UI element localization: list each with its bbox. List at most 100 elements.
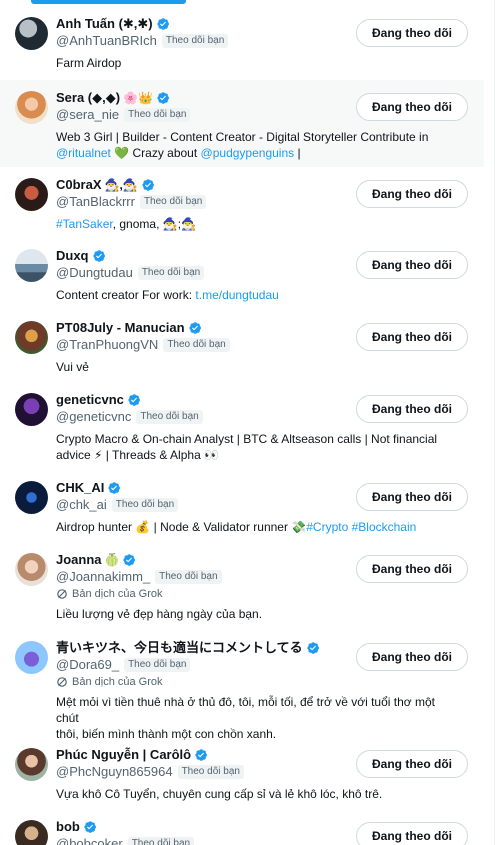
user-handle[interactable]: @AnhTuanBRIch [56,32,157,49]
user-name[interactable]: Sera (◆,◆) [56,90,120,106]
user-handle[interactable]: @sera_nie [56,106,119,123]
user-cell[interactable]: PT08July - Manucian @TranPhuongVN Theo d… [0,310,484,382]
following-button[interactable]: Đang theo dõi [356,395,468,423]
bio-mention-link[interactable]: @pudgypenguins [201,146,295,160]
user-handle[interactable]: @TranPhuongVN [56,336,158,353]
user-handle[interactable]: @chk_ai [56,496,107,513]
following-button[interactable]: Đang theo dõi [356,251,468,279]
user-cell[interactable]: Sera (◆,◆) 🌸👑 @sera_nie Theo dõi bạn Đan… [0,80,484,167]
user-name[interactable]: bob [56,819,80,835]
avatar[interactable] [15,641,48,674]
user-name[interactable]: CHK_AI [56,480,104,496]
user-name[interactable]: Duxq [56,248,89,264]
avatar[interactable] [15,17,48,50]
user-bio: Liều lượng vẻ đẹp hàng ngày của bạn. [56,606,468,622]
user-handle[interactable]: @PhcNguyn865964 [56,763,173,780]
verified-badge-icon [128,394,140,406]
bio-mention-link[interactable]: @ritualnet [56,146,111,160]
bio-line: advice ⚡ | Threads & Alpha 👀 [56,448,220,462]
avatar[interactable] [15,820,48,845]
grok-translation-label[interactable]: Bản dịch của Grok [56,674,320,690]
user-cell[interactable]: C0braX 🧙‍♂️,🧙‍♂️ @TanBlackrrr Theo dõi b… [0,167,484,238]
verified-badge-icon [195,749,208,761]
user-name[interactable]: Anh Tuấn (✱,✱) [56,16,153,32]
user-handle[interactable]: @bobcoker [56,835,123,845]
user-name[interactable]: PT08July - Manucian [56,320,185,336]
grok-icon [57,677,67,687]
bio-text: Airdrop hunter 💰 | Node & Validator runn… [56,520,307,534]
verified-badge-icon [157,18,169,30]
bio-hashtag-link[interactable]: #TanSaker [56,217,113,231]
following-button[interactable]: Đang theo dõi [356,643,468,671]
user-cell[interactable]: CHK_AI @chk_ai Theo dõi bạn Đang theo dõ… [0,470,484,542]
user-name[interactable]: Joanna [56,552,102,568]
avatar[interactable] [15,393,48,426]
user-name[interactable]: C0braX [56,177,102,193]
avatar[interactable] [15,481,48,514]
user-handle[interactable]: @Joannakimm_ [56,568,150,585]
bio-text: Web 3 Girl | Builder - Content Creator -… [56,130,429,144]
verified-badge-icon [307,642,319,654]
user-bio: Crypto Macro & On-chain Analyst | BTC & … [56,431,468,463]
avatar[interactable] [15,321,48,354]
follows-you-badge: Theo dõi bạn [111,497,179,512]
bio-url-link[interactable]: t.me/dungtudau [195,288,278,302]
user-cell[interactable]: 青いキツネ、今日も適当にコメントしてる @Dora69_ Theo dõi bạ… [0,630,484,741]
following-button[interactable]: Đang theo dõi [356,93,468,121]
following-button[interactable]: Đang theo dõi [356,483,468,511]
user-bio: Mệt mỏi vì tiền thuê nhà ở thủ đô, tôi, … [56,694,468,742]
avatar[interactable] [15,249,48,282]
user-handle[interactable]: @Dora69_ [56,656,119,673]
verified-badge-icon [123,554,136,566]
bio-text: 💚 Crazy about [114,146,198,160]
user-handle[interactable]: @geneticvnc [56,408,131,425]
user-cell[interactable]: Phúc Nguyễn | Carôlô @PhcNguyn865964 The… [0,737,484,809]
avatar[interactable] [15,748,48,781]
name-emoji: 🧙‍♂️,🧙‍♂️ [104,178,138,192]
bio-text: , gnoma, 🧙‍♂️;🧙‍♂️ [112,217,196,231]
verified-badge-icon [157,92,169,104]
following-button[interactable]: Đang theo dõi [356,555,468,583]
following-button[interactable]: Đang theo dõi [356,822,468,845]
bio-line: Mệt mỏi vì tiền thuê nhà ở thủ đô, tôi, … [56,695,435,725]
user-cell[interactable]: Duxq @Dungtudau Theo dõi bạn Đang theo d… [0,238,484,310]
follows-you-badge: Theo dõi bạn [136,409,203,424]
user-handle[interactable]: @Dungtudau [56,264,133,281]
user-cell[interactable]: geneticvnc @geneticvnc Theo dõi bạn Đang… [0,382,484,470]
avatar[interactable] [15,178,48,211]
user-handle[interactable]: @TanBlackrrr [56,193,135,210]
following-list: Anh Tuấn (✱,✱) @AnhTuanBRIch Theo dõi bạ… [0,6,484,845]
name-emoji: 🌸👑 [123,91,153,105]
bio-text: Content creator For work: [56,288,193,302]
grok-translation-text: Bản dịch của Grok [72,588,163,600]
verified-badge-icon [92,250,105,262]
follows-you-badge: Theo dõi bạn [161,33,229,48]
user-bio: Vui vẻ [56,359,468,375]
avatar[interactable] [15,91,48,124]
bio-hashtag-link[interactable]: #Blockchain [352,520,417,534]
following-button[interactable]: Đang theo dõi [356,19,468,47]
user-name[interactable]: Phúc Nguyễn | Carôlô [56,747,191,763]
avatar[interactable] [15,553,48,586]
following-button[interactable]: Đang theo dõi [356,180,468,208]
grok-translation-label[interactable]: Bản dịch của Grok [56,586,222,602]
bio-line: Vựa khô Cô Tuyển, chuyên cung cấp sỉ và … [56,787,383,801]
follows-you-badge: Theo dõi bạn [177,764,244,779]
user-cell[interactable]: Joanna 🍈 @Joannakimm_ Theo dõi bạn Bản d… [0,542,484,630]
verified-badge-icon [142,179,154,191]
grok-icon [57,589,67,599]
name-emoji: 🍈 [104,553,120,567]
follows-you-badge: Theo dõi bạn [137,265,205,280]
following-button[interactable]: Đang theo dõi [356,323,468,351]
user-name[interactable]: 青いキツネ、今日も適当にコメントしてる [56,640,303,656]
user-cell[interactable]: Anh Tuấn (✱,✱) @AnhTuanBRIch Theo dõi bạ… [0,6,484,80]
following-button[interactable]: Đang theo dõi [356,750,468,778]
follows-you-badge: Theo dõi bạn [139,194,207,209]
user-bio: Content creator For work: t.me/dungtudau [56,287,468,303]
user-cell[interactable]: bob @bobcoker Theo dõi bạn Đang theo dõi [0,809,484,845]
bio-line: Farm Airdop [56,56,122,70]
user-name[interactable]: geneticvnc [56,392,124,408]
verified-badge-icon [188,322,201,334]
follows-you-badge: Theo dõi bạn [124,657,191,672]
bio-hashtag-link[interactable]: #Crypto [306,520,348,534]
